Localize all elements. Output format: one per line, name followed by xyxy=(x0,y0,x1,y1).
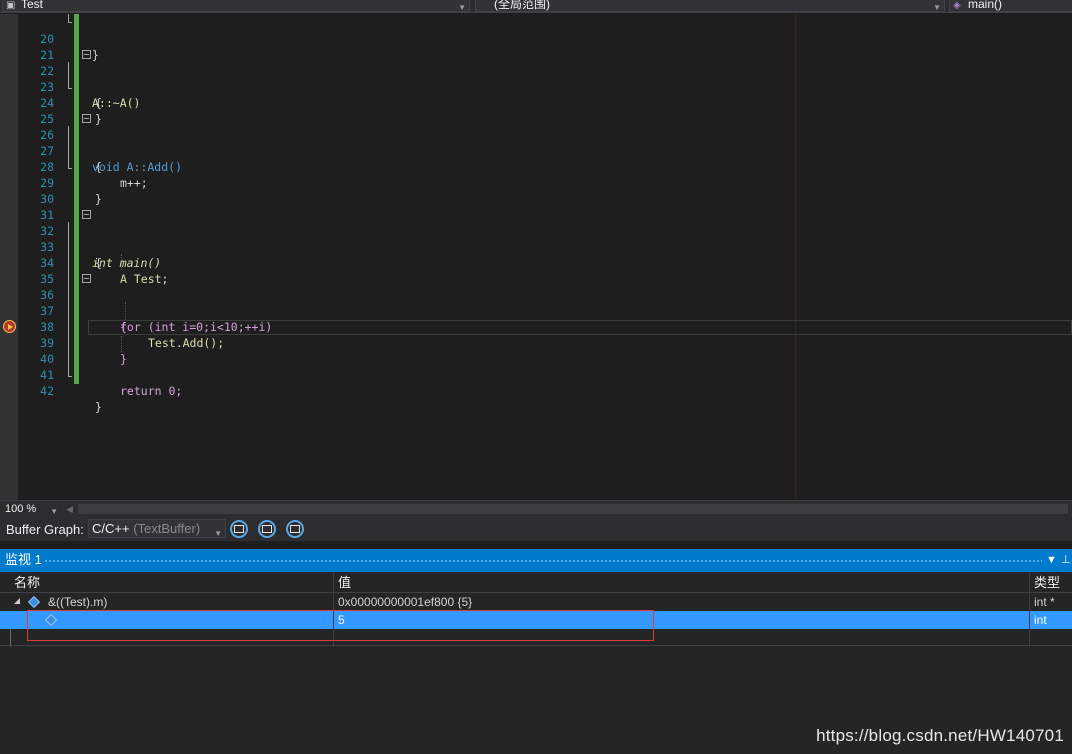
watermark: https://blog.csdn.net/HW140701 xyxy=(816,726,1064,745)
watch-value[interactable]: 0x00000000001ef800 {5} xyxy=(334,593,1030,611)
watch-column-headers: 名称 值 类型 xyxy=(0,572,1072,593)
code-line[interactable]: 23 { xyxy=(18,63,1072,110)
watch-row[interactable]: &((Test).m) 0x00000000001ef800 {5} int * xyxy=(0,593,1072,611)
collapse-icon[interactable] xyxy=(82,274,91,283)
watch-panel-title[interactable]: 监视 1 ▼ ⊥ xyxy=(0,549,1072,572)
zoom-level: 100 % xyxy=(5,503,37,515)
glyph-margin[interactable] xyxy=(0,14,18,500)
code-line[interactable]: 42 } xyxy=(18,367,1072,414)
buffer-name: (TextBuffer) xyxy=(133,521,201,536)
code-line[interactable]: 34 A Test; xyxy=(18,239,1072,286)
buffer-graph-toolbar: Buffer Graph: C/C++ (TextBuffer) ▼ xyxy=(0,517,1072,541)
zoom-dropdown[interactable]: 100 % ▼ xyxy=(2,502,60,516)
watch-name[interactable]: &((Test).m) xyxy=(0,593,334,611)
editor-status-strip: 100 % ▼ ◀ xyxy=(0,500,1072,517)
code-line[interactable]: 39 } xyxy=(18,319,1072,366)
project-dropdown[interactable]: ▣ Test ▼ xyxy=(2,0,470,12)
function-icon: ◈ xyxy=(953,0,961,11)
code-line[interactable]: 29 } xyxy=(18,159,1072,206)
window-menu-icon[interactable]: ▼ xyxy=(1046,549,1057,571)
graph-layout-icon[interactable] xyxy=(258,520,276,538)
collapse-icon[interactable] xyxy=(82,114,91,123)
buffer-graph-label: Buffer Graph: xyxy=(6,522,84,537)
breakpoint-current-statement-icon[interactable] xyxy=(3,320,16,333)
buffer-dropdown[interactable]: C/C++ (TextBuffer) ▼ xyxy=(88,519,226,538)
grid-divider xyxy=(0,645,1072,646)
scope-dropdown[interactable]: (全局范围) ▼ xyxy=(475,0,945,12)
collapse-icon[interactable] xyxy=(82,210,91,219)
horizontal-scrollbar[interactable] xyxy=(78,504,1068,514)
code-line[interactable]: 35 xyxy=(18,255,1072,286)
scope-name: (全局范围) xyxy=(494,0,550,11)
code-line[interactable]: 33 { xyxy=(18,223,1072,270)
column-header-name[interactable]: 名称 xyxy=(10,572,334,593)
chevron-down-icon: ▼ xyxy=(933,3,941,12)
watch-type: int * xyxy=(1034,595,1055,609)
annotation-highlight-box xyxy=(27,610,654,641)
code-text: } xyxy=(95,400,102,414)
column-header-value[interactable]: 值 xyxy=(334,572,1030,593)
navigation-bar: ▣ Test ▼ (全局范围) ▼ ◈ main() xyxy=(0,0,1072,13)
code-line[interactable]: 21 xyxy=(18,31,1072,62)
code-line[interactable]: 20 } xyxy=(18,15,1072,62)
graph-settings-icon[interactable] xyxy=(286,520,304,538)
code-line[interactable]: 40 xyxy=(18,335,1072,366)
graph-view-icon[interactable] xyxy=(230,520,248,538)
content-type: C/C++ xyxy=(92,521,130,536)
watch-title-text: 监视 1 xyxy=(5,552,42,567)
watch-type: int xyxy=(1034,613,1047,627)
chevron-down-icon: ▼ xyxy=(214,529,222,538)
column-header-type[interactable]: 类型 xyxy=(1030,572,1072,593)
chevron-down-icon: ▼ xyxy=(458,3,466,12)
code-line[interactable]: 37 { xyxy=(18,287,1072,334)
code-line[interactable]: 31 xyxy=(18,191,1072,222)
code-line[interactable]: 30 xyxy=(18,175,1072,206)
code-line[interactable]: 27 { xyxy=(18,127,1072,174)
code-line[interactable]: 22 A::~A() xyxy=(18,47,1072,110)
code-editor[interactable]: 20 } 21 22 A::~A() 23 { 24 } 25 26 void … xyxy=(0,14,1072,500)
code-line[interactable]: 24 } xyxy=(18,79,1072,126)
member-dropdown[interactable]: ◈ main() xyxy=(949,0,1072,12)
project-name: Test xyxy=(21,0,44,11)
code-line[interactable]: 36 for (int i=0;i<10;++i) xyxy=(18,271,1072,334)
code-text: return 0; xyxy=(120,384,183,398)
line-number: 42 xyxy=(40,384,54,398)
code-line[interactable]: 41 return 0; xyxy=(18,351,1072,398)
member-name: main() xyxy=(968,0,1003,11)
title-grip xyxy=(44,559,1042,563)
collapse-icon[interactable] xyxy=(82,50,91,59)
code-line[interactable]: 38 Test.Add(); xyxy=(18,303,1072,350)
project-icon: ▣ xyxy=(6,0,16,11)
scroll-left-icon[interactable]: ◀ xyxy=(66,504,73,515)
code-line[interactable]: 28 m++; xyxy=(18,143,1072,190)
code-line[interactable]: 26 void A::Add() xyxy=(18,111,1072,174)
pin-icon[interactable]: ⊥ xyxy=(1061,549,1071,571)
code-line[interactable]: 32 int main() xyxy=(18,207,1072,270)
code-line[interactable]: 25 xyxy=(18,95,1072,126)
